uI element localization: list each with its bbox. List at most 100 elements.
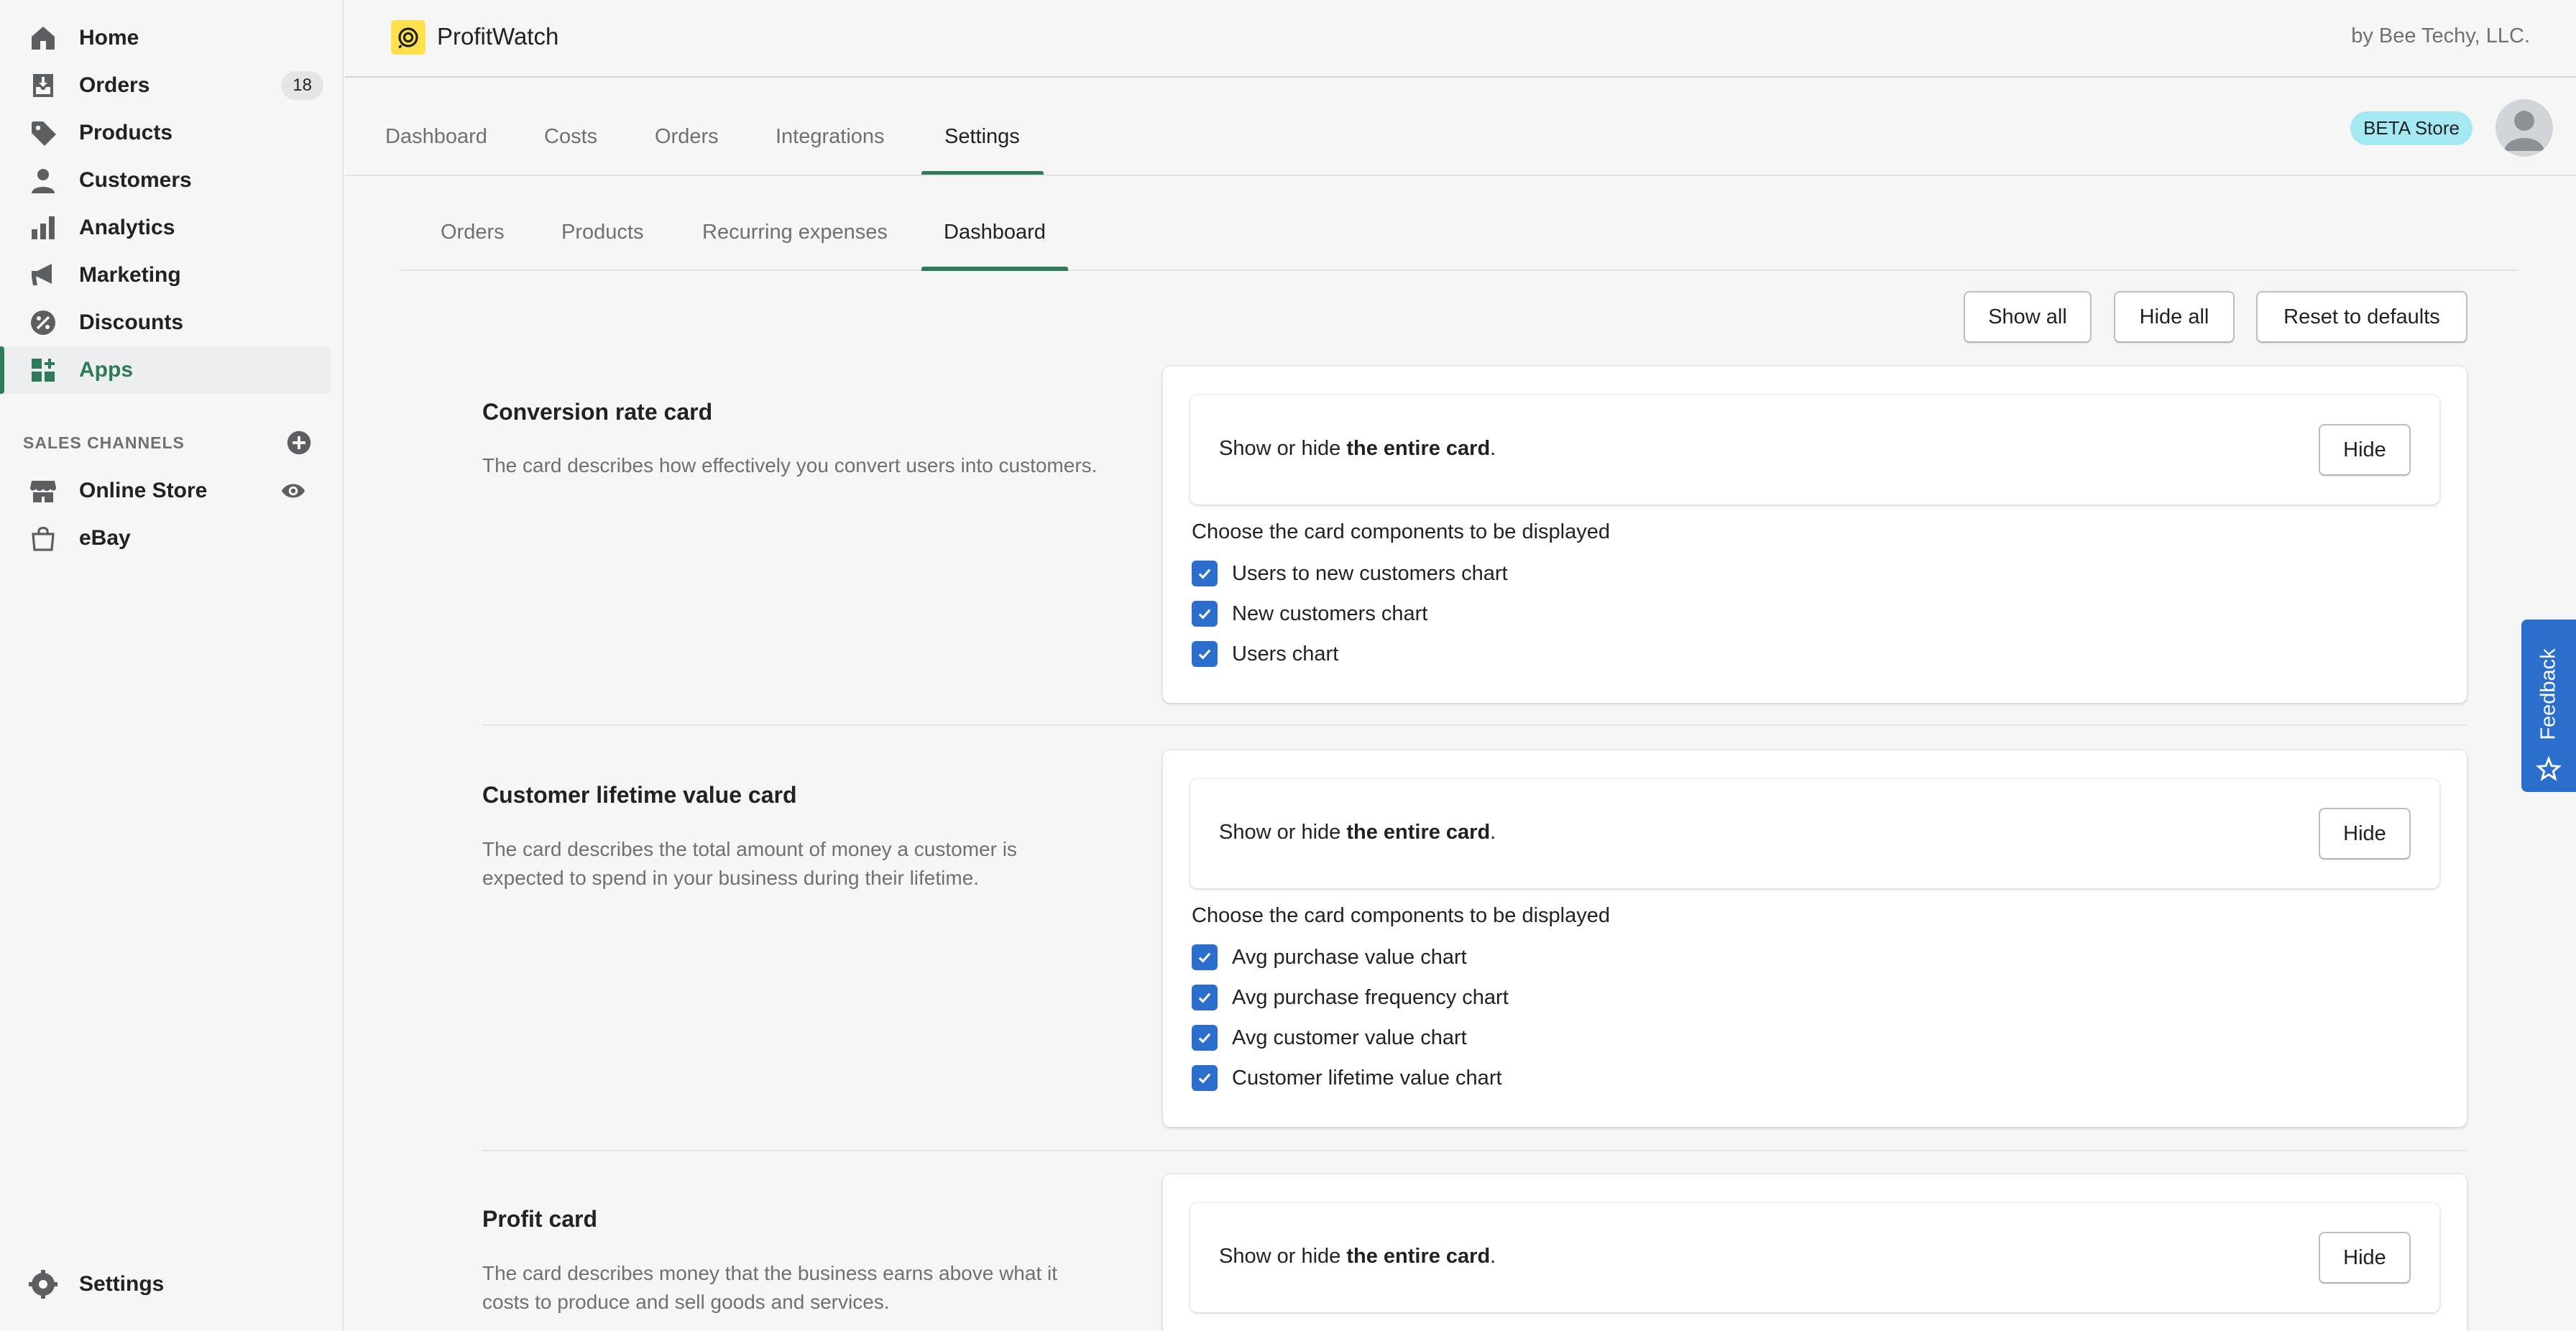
section-title-customer-lifetime-value: Customer lifetime value card — [482, 782, 797, 808]
gear-icon — [29, 1270, 58, 1299]
show-all-button[interactable]: Show all — [1964, 291, 2092, 343]
visibility-text: Show or hide the entire card. — [1219, 1245, 1496, 1268]
checkbox[interactable] — [1192, 641, 1218, 667]
feedback-tab[interactable]: Feedback — [2521, 620, 2576, 792]
hide-card-button[interactable]: Hide — [2319, 808, 2411, 860]
sidebar-item-apps[interactable]: Apps — [0, 346, 331, 394]
checkmark-icon — [1198, 952, 1211, 963]
sidebar-item-label: Products — [79, 121, 173, 144]
sidebar-item-online-store[interactable]: Online Store — [0, 467, 321, 515]
visibility-text: Show or hide the entire card. — [1219, 437, 1496, 460]
component-checkbox-row[interactable]: Users chart — [1192, 640, 1338, 668]
sidebar-item-ebay[interactable]: eBay — [0, 515, 321, 562]
conversion-rate-card: Show or hide the entire card. Hide Choos… — [1163, 367, 2467, 703]
tab-settings[interactable]: Settings — [944, 125, 1020, 149]
section-title-profit: Profit card — [482, 1206, 598, 1232]
sidebar-item-discounts[interactable]: Discounts — [0, 299, 331, 346]
tab-integrations[interactable]: Integrations — [776, 125, 885, 149]
reset-defaults-button[interactable]: Reset to defaults — [2256, 291, 2467, 343]
sidebar-item-label: Settings — [79, 1272, 165, 1296]
customer-lifetime-value-card: Show or hide the entire card. Hide Choos… — [1163, 750, 2467, 1127]
store-icon — [30, 481, 56, 502]
component-checkbox-row[interactable]: New customers chart — [1192, 599, 1427, 628]
apps-icon — [32, 359, 55, 382]
sidebar-item-products[interactable]: Products — [0, 109, 331, 157]
sidebar-item-label: Orders — [79, 73, 150, 97]
subtab-dashboard-indicator — [921, 267, 1068, 271]
component-label: New customers chart — [1232, 602, 1428, 625]
sidebar-item-label: Online Store — [79, 479, 208, 502]
component-label: Customer lifetime value chart — [1232, 1066, 1502, 1090]
eye-icon[interactable] — [280, 478, 306, 504]
checkbox[interactable] — [1192, 1065, 1218, 1091]
components-label: Choose the card components to be display… — [1192, 904, 1610, 927]
checkbox[interactable] — [1192, 944, 1218, 970]
tab-dashboard[interactable]: Dashboard — [385, 125, 487, 149]
main-tabs: Dashboard Costs Orders Integrations Sett… — [345, 79, 2576, 175]
checkmark-icon — [1198, 649, 1211, 660]
component-checkbox-row[interactable]: Avg purchase value chart — [1192, 943, 1467, 972]
component-label: Avg purchase frequency chart — [1232, 985, 1509, 1009]
feedback-label: Feedback — [2536, 648, 2560, 740]
sidebar-item-marketing[interactable]: Marketing — [0, 252, 331, 299]
visibility-panel: Show or hide the entire card. Hide — [1190, 395, 2439, 505]
app-title: ProfitWatch — [437, 23, 559, 50]
component-checkbox-row[interactable]: Users to new customers chart — [1192, 559, 1508, 588]
checkbox[interactable] — [1192, 985, 1218, 1010]
section-divider — [482, 1150, 2467, 1151]
sidebar-item-label: Marketing — [79, 263, 181, 287]
tab-orders[interactable]: Orders — [655, 125, 719, 149]
bag-icon — [32, 526, 55, 551]
component-label: Users chart — [1232, 642, 1339, 666]
checkbox[interactable] — [1192, 561, 1218, 586]
subtab-products[interactable]: Products — [561, 221, 643, 244]
star-sparkle-icon — [2536, 756, 2562, 781]
orders-icon — [33, 74, 53, 97]
hide-card-button[interactable]: Hide — [2319, 424, 2411, 476]
sidebar-item-customers[interactable]: Customers — [0, 157, 331, 204]
developer-byline: by Bee Techy, LLC. — [2351, 24, 2530, 47]
component-checkbox-row[interactable]: Avg customer value chart — [1192, 1023, 1467, 1052]
bar-chart-icon — [32, 216, 55, 239]
profitwatch-logo — [391, 20, 426, 55]
add-circle-icon[interactable] — [286, 430, 312, 456]
sidebar-item-label: Home — [79, 26, 139, 50]
logo-icon — [398, 27, 418, 49]
person-icon — [32, 169, 55, 193]
hide-all-button[interactable]: Hide all — [2114, 291, 2235, 343]
subtab-orders[interactable]: Orders — [441, 221, 505, 244]
sidebar-item-label: Analytics — [79, 216, 175, 239]
component-label: Avg purchase value chart — [1232, 945, 1467, 969]
sidebar-item-home[interactable]: Home — [0, 14, 331, 62]
component-label: Users to new customers chart — [1232, 561, 1508, 585]
avatar[interactable] — [2496, 99, 2553, 157]
sidebar-item-label: Customers — [79, 168, 192, 192]
checkbox[interactable] — [1192, 601, 1218, 627]
sidebar-item-analytics[interactable]: Analytics — [0, 204, 331, 252]
orders-count-badge: 18 — [281, 71, 323, 100]
tag-icon — [32, 121, 56, 146]
home-icon — [32, 27, 55, 50]
megaphone-icon — [32, 264, 52, 285]
checkbox[interactable] — [1192, 1025, 1218, 1051]
subtab-recurring-expenses[interactable]: Recurring expenses — [702, 221, 888, 244]
hide-card-button[interactable]: Hide — [2319, 1232, 2411, 1284]
component-checkbox-row[interactable]: Customer lifetime value chart — [1192, 1064, 1502, 1092]
checkmark-icon — [1198, 568, 1211, 579]
sidebar-item-orders[interactable]: Orders 18 — [0, 62, 331, 109]
tab-costs[interactable]: Costs — [544, 125, 597, 149]
sidebar-item-label: eBay — [79, 526, 131, 550]
checkmark-icon — [1198, 993, 1211, 1003]
sidebar-item-label: Apps — [79, 358, 133, 382]
section-title-conversion-rate: Conversion rate card — [482, 399, 713, 425]
subtab-dashboard[interactable]: Dashboard — [944, 221, 1046, 244]
visibility-panel: Show or hide the entire card. Hide — [1190, 779, 2439, 888]
components-label: Choose the card components to be display… — [1192, 520, 1610, 543]
store-badge: BETA Store — [2350, 111, 2472, 145]
section-description-profit: The card describes money that the busine… — [482, 1262, 1057, 1313]
discount-icon — [31, 310, 55, 335]
sidebar-item-settings[interactable]: Settings — [0, 1261, 321, 1308]
section-description-customer-lifetime-value: The card describes the total amount of m… — [482, 838, 1017, 889]
checkmark-icon — [1198, 1033, 1211, 1044]
component-checkbox-row[interactable]: Avg purchase frequency chart — [1192, 983, 1509, 1012]
